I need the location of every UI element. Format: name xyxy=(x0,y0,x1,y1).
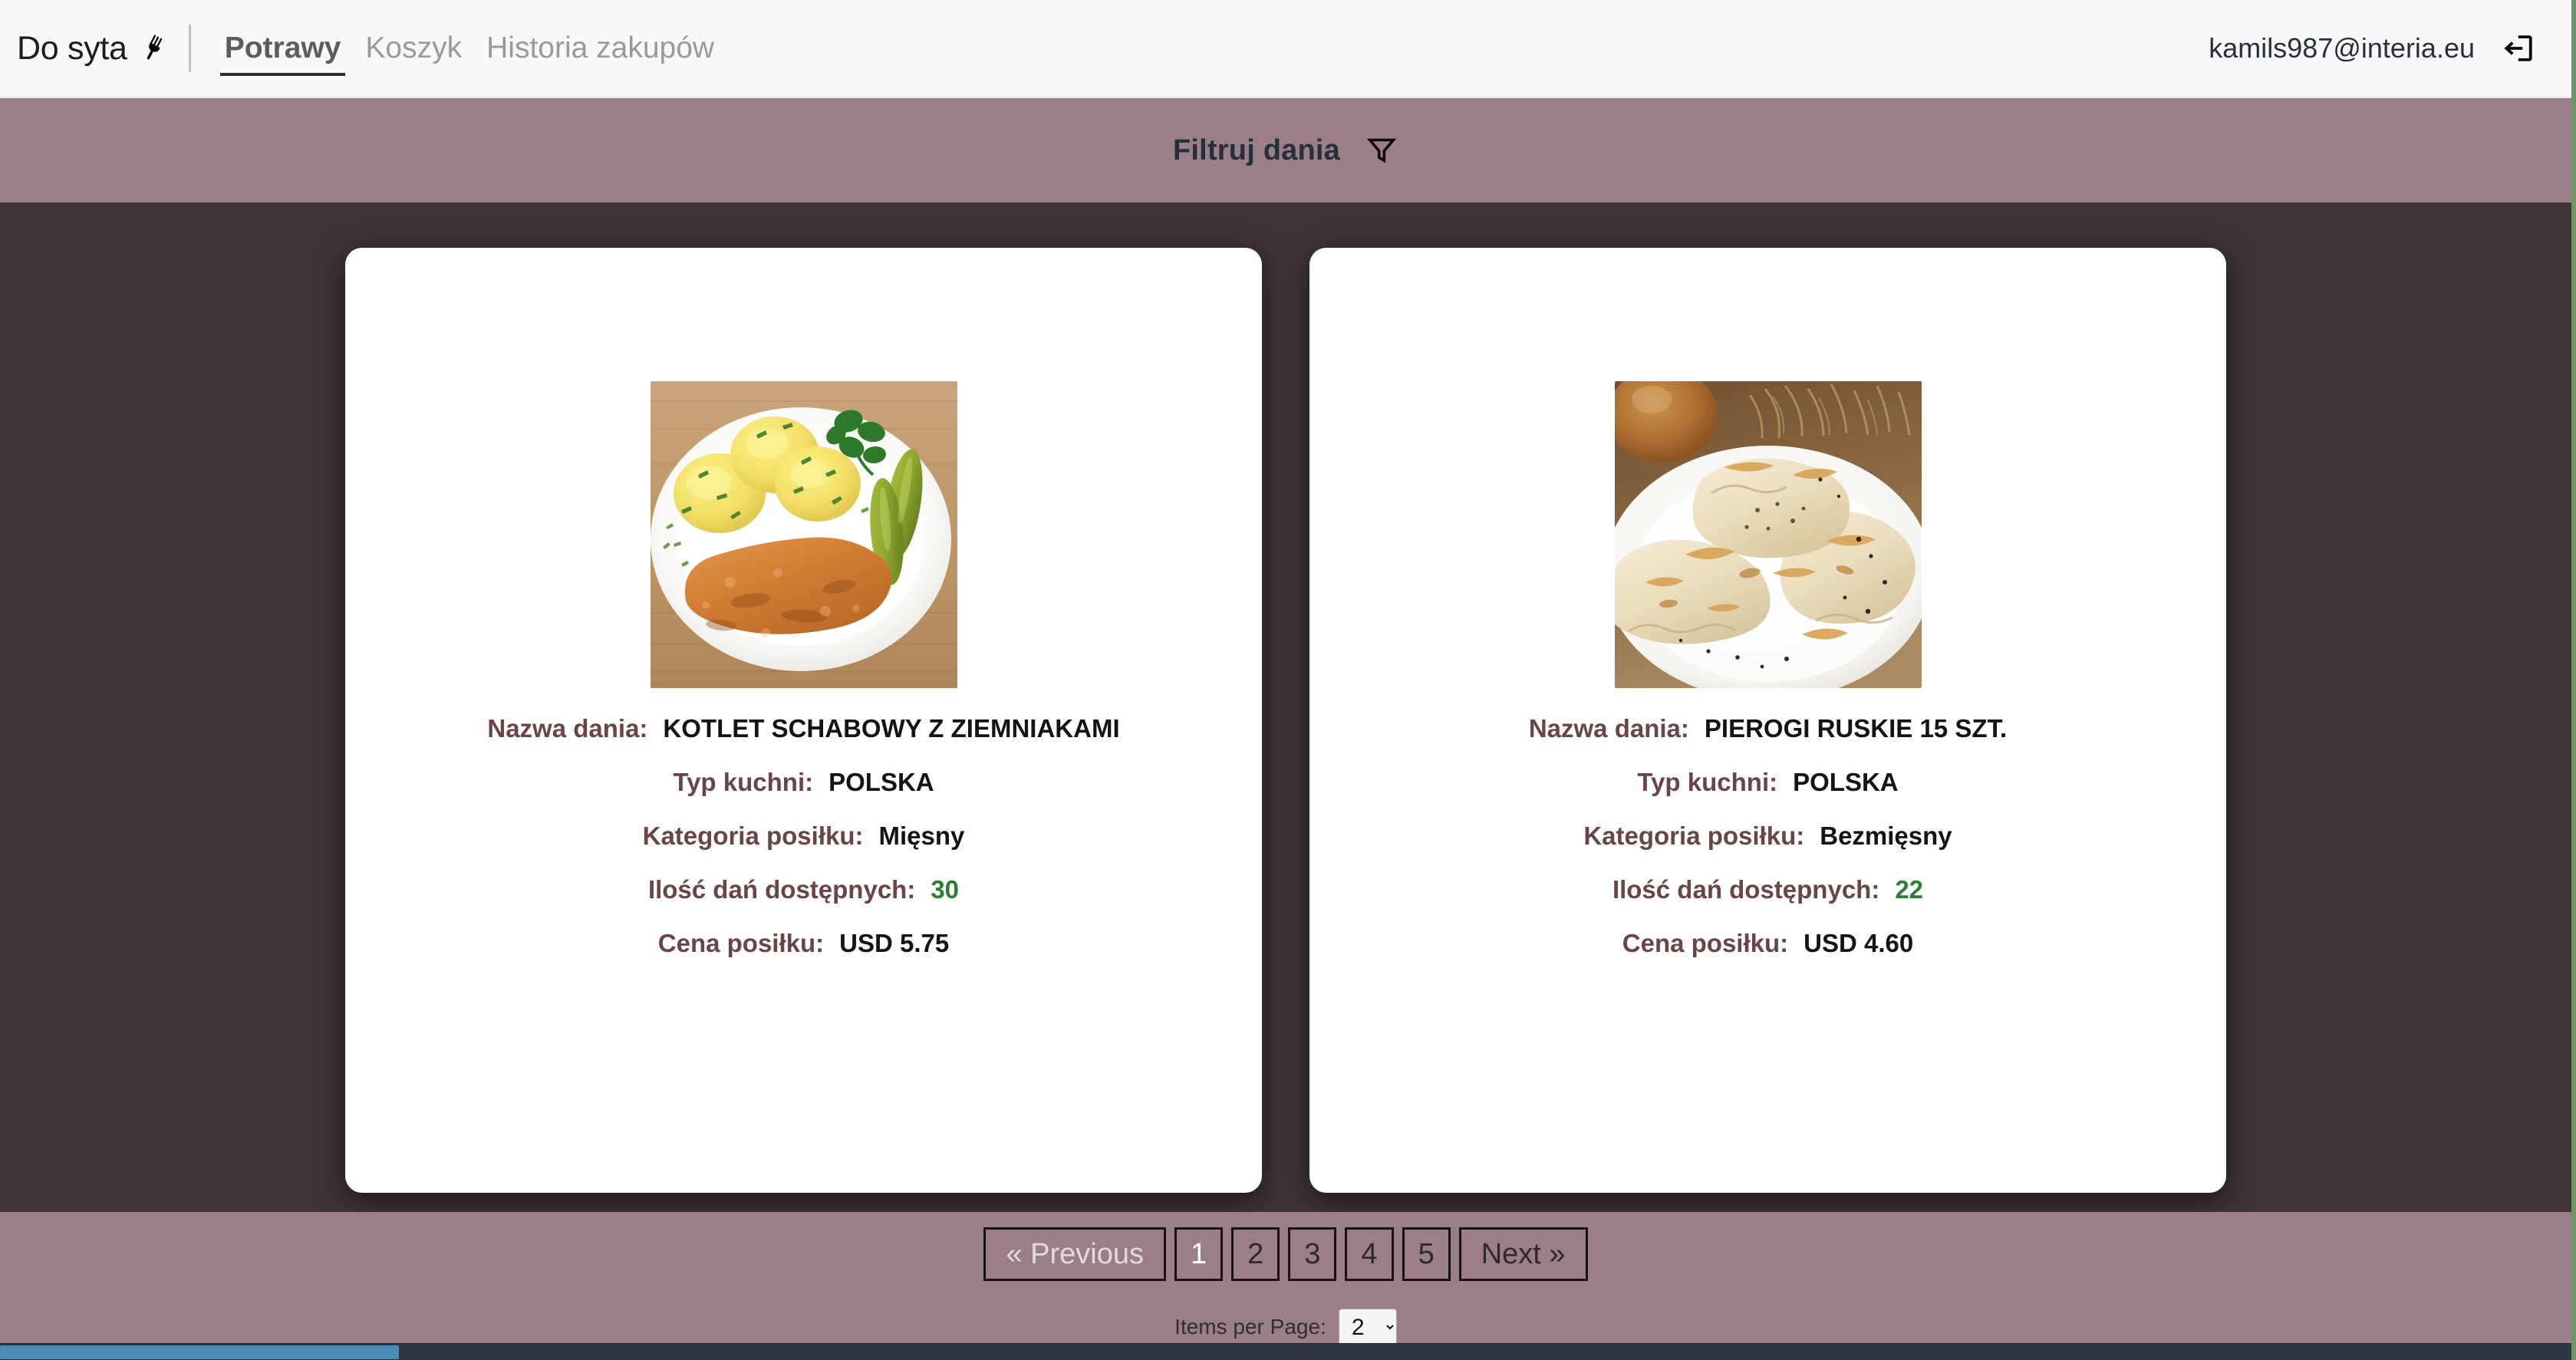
dish-price-value: USD 5.75 xyxy=(839,929,950,957)
horizontal-scrollbar-thumb[interactable] xyxy=(0,1345,399,1359)
dish-info: Nazwa dania: PIEROGI RUSKIE 15 SZT. Typ … xyxy=(1309,714,2226,983)
logout-icon[interactable] xyxy=(2501,31,2536,66)
dish-card[interactable]: Nazwa dania: PIEROGI RUSKIE 15 SZT. Typ … xyxy=(1309,248,2226,1193)
dish-info: Nazwa dania: KOTLET SCHABOWY Z ZIEMNIAKA… xyxy=(345,714,1262,983)
dish-photo-pierogi-ruskie xyxy=(1614,381,1922,688)
dish-cuisine-value: POLSKA xyxy=(1793,768,1899,796)
dish-price-row: Cena posiłku: USD 5.75 xyxy=(658,929,949,983)
pagination-page-5[interactable]: 5 xyxy=(1402,1227,1451,1281)
dish-name-value: PIEROGI RUSKIE 15 SZT. xyxy=(1704,714,2008,743)
funnel-icon[interactable] xyxy=(1365,133,1398,167)
dish-cuisine-row: Typ kuchni: POLSKA xyxy=(1637,768,1898,822)
dish-category-label: Kategoria posiłku: xyxy=(1583,822,1805,850)
nav-link-koszyk[interactable]: Koszyk xyxy=(353,0,474,97)
pagination-page-4[interactable]: 4 xyxy=(1345,1227,1394,1281)
dish-photo-kotlet-schabowy xyxy=(650,381,957,688)
dish-stock-row: Ilość dań dostępnych: 22 xyxy=(1612,875,1923,929)
nav-link-potrawy[interactable]: Potrawy xyxy=(212,0,354,97)
pagination-page-1[interactable]: 1 xyxy=(1174,1227,1224,1281)
nav-link-historia-zakupow[interactable]: Historia zakupów xyxy=(474,0,726,97)
pagination-next-button[interactable]: Next » xyxy=(1458,1227,1588,1281)
dish-cuisine-label: Typ kuchni: xyxy=(673,768,814,796)
right-edge-accent-strip xyxy=(2571,0,2576,1360)
horizontal-scrollbar[interactable] xyxy=(0,1343,2571,1360)
dish-stock-value: 30 xyxy=(931,875,960,904)
dish-cuisine-label: Typ kuchni: xyxy=(1637,768,1778,796)
dish-name-row: Nazwa dania: PIEROGI RUSKIE 15 SZT. xyxy=(1529,714,2007,768)
dish-price-value: USD 4.60 xyxy=(1804,929,1914,957)
dish-name-value: KOTLET SCHABOWY Z ZIEMNIAKAMI xyxy=(663,714,1120,743)
dish-card-grid: Nazwa dania: KOTLET SCHABOWY Z ZIEMNIAKA… xyxy=(0,203,2571,1212)
dish-stock-value: 22 xyxy=(1895,875,1924,904)
dish-stock-label: Ilość dań dostępnych: xyxy=(1612,875,1880,904)
navbar-divider xyxy=(188,25,191,72)
brand-name: Do syta xyxy=(17,29,127,67)
items-per-page-control: Items per Page: 246810 xyxy=(1174,1309,1397,1345)
dish-price-label: Cena posiłku: xyxy=(1622,929,1789,957)
pagination: « Previous 1 2 3 4 5 Next » xyxy=(983,1227,1588,1281)
dish-stock-row: Ilość dań dostępnych: 30 xyxy=(648,875,959,929)
dish-cuisine-row: Typ kuchni: POLSKA xyxy=(673,768,934,822)
pagination-previous-button[interactable]: « Previous xyxy=(983,1227,1166,1281)
dish-name-row: Nazwa dania: KOTLET SCHABOWY Z ZIEMNIAKA… xyxy=(487,714,1119,768)
filter-title: Filtruj dania xyxy=(1173,133,1340,166)
dish-price-label: Cena posiłku: xyxy=(657,929,825,957)
dish-name-label: Nazwa dania: xyxy=(1528,714,1689,743)
dish-category-row: Kategoria posiłku: Bezmięsny xyxy=(1583,822,1952,875)
fork-icon xyxy=(140,33,170,64)
dish-category-row: Kategoria posiłku: Mięsny xyxy=(643,822,965,875)
items-per-page-select[interactable]: 246810 xyxy=(1338,1309,1397,1345)
filter-bar[interactable]: Filtruj dania xyxy=(0,98,2571,203)
dish-price-row: Cena posiłku: USD 4.60 xyxy=(1622,929,1913,983)
dish-category-value: Mięsny xyxy=(878,822,965,850)
primary-nav: Potrawy Koszyk Historia zakupów xyxy=(212,0,726,97)
user-email: kamils987@interia.eu xyxy=(2209,32,2475,64)
dish-stock-label: Ilość dań dostępnych: xyxy=(647,875,916,904)
footer: « Previous 1 2 3 4 5 Next » Items per Pa… xyxy=(0,1212,2571,1348)
pagination-page-2[interactable]: 2 xyxy=(1231,1227,1280,1281)
application-root: Do syta Potrawy Koszyk Historia zakupów … xyxy=(0,0,2571,1360)
dish-category-label: Kategoria posiłku: xyxy=(642,822,864,850)
brand-logo[interactable]: Do syta xyxy=(17,30,170,68)
top-navbar: Do syta Potrawy Koszyk Historia zakupów … xyxy=(0,0,2571,98)
dish-name-label: Nazwa dania: xyxy=(487,714,648,743)
pagination-page-3[interactable]: 3 xyxy=(1288,1227,1337,1281)
navbar-user-area: kamils987@interia.eu xyxy=(2209,31,2536,66)
dish-category-value: Bezmięsny xyxy=(1820,822,1952,850)
dish-card[interactable]: Nazwa dania: KOTLET SCHABOWY Z ZIEMNIAKA… xyxy=(345,248,1262,1193)
dish-cuisine-value: POLSKA xyxy=(828,768,934,796)
items-per-page-label: Items per Page: xyxy=(1174,1315,1326,1339)
